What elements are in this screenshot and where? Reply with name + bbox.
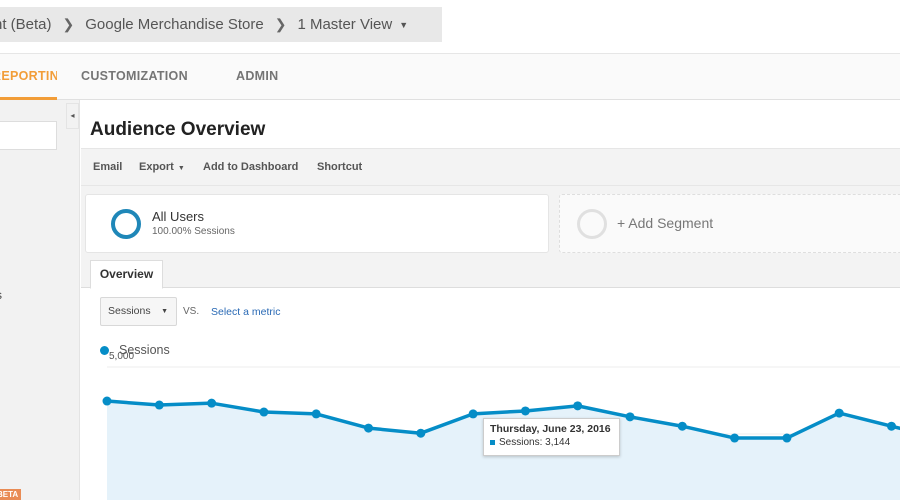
data-point[interactable] <box>102 396 112 406</box>
tooltip-date: Thursday, June 23, 2016 <box>490 423 611 435</box>
account-header: nt (Beta) ❯ Google Merchandise Store ❯ 1… <box>0 0 900 54</box>
tooltip-series-dot-icon <box>490 440 495 445</box>
data-point[interactable] <box>364 423 373 433</box>
data-point[interactable] <box>782 433 792 443</box>
main-content: Audience Overview Email Export ▼ Add to D… <box>81 100 900 500</box>
sidebar: s BETA <box>0 100 80 500</box>
data-point[interactable] <box>677 421 687 431</box>
tooltip-value: Sessions: 3,144 <box>490 437 613 448</box>
tab-reporting-label: REPORTING <box>0 69 57 83</box>
caret-down-icon[interactable]: ▼ <box>399 20 408 30</box>
breadcrumb[interactable]: nt (Beta) ❯ Google Merchandise Store ❯ 1… <box>0 7 442 42</box>
y-tick-label: 5,000 <box>109 351 134 362</box>
breadcrumb-account[interactable]: nt (Beta) <box>0 16 52 33</box>
tooltip-value-label: Sessions: 3,144 <box>499 437 571 448</box>
data-point[interactable] <box>573 401 583 411</box>
data-point[interactable] <box>468 409 478 419</box>
tab-customization[interactable]: CUSTOMIZATION <box>81 54 188 100</box>
data-point[interactable] <box>520 406 530 416</box>
chevron-right-icon: ❯ <box>274 16 287 32</box>
data-point[interactable] <box>154 400 164 410</box>
primary-nav: REPORTING CUSTOMIZATION ADMIN <box>0 54 900 100</box>
breadcrumb-property[interactable]: Google Merchandise Store <box>85 16 263 33</box>
data-point[interactable] <box>311 409 321 419</box>
beta-badge: BETA <box>0 489 22 500</box>
data-point[interactable] <box>416 428 426 438</box>
data-point[interactable] <box>834 408 844 418</box>
sidebar-item[interactable]: s <box>0 288 2 302</box>
chevron-left-icon: ◂ <box>70 111 75 120</box>
sidebar-search-input[interactable] <box>0 121 57 150</box>
data-point[interactable] <box>625 412 635 422</box>
breadcrumb-view[interactable]: 1 Master View <box>297 16 392 33</box>
data-point[interactable] <box>730 433 740 443</box>
collapse-sidebar-button[interactable]: ◂ <box>66 103 79 129</box>
data-point[interactable] <box>207 398 217 408</box>
tab-reporting[interactable]: REPORTING <box>0 54 57 100</box>
data-point[interactable] <box>887 421 896 431</box>
chart-tooltip: Thursday, June 23, 2016 Sessions: 3,144 <box>483 418 620 456</box>
tab-admin[interactable]: ADMIN <box>236 54 278 100</box>
chevron-right-icon: ❯ <box>62 16 75 32</box>
data-point[interactable] <box>259 407 269 417</box>
